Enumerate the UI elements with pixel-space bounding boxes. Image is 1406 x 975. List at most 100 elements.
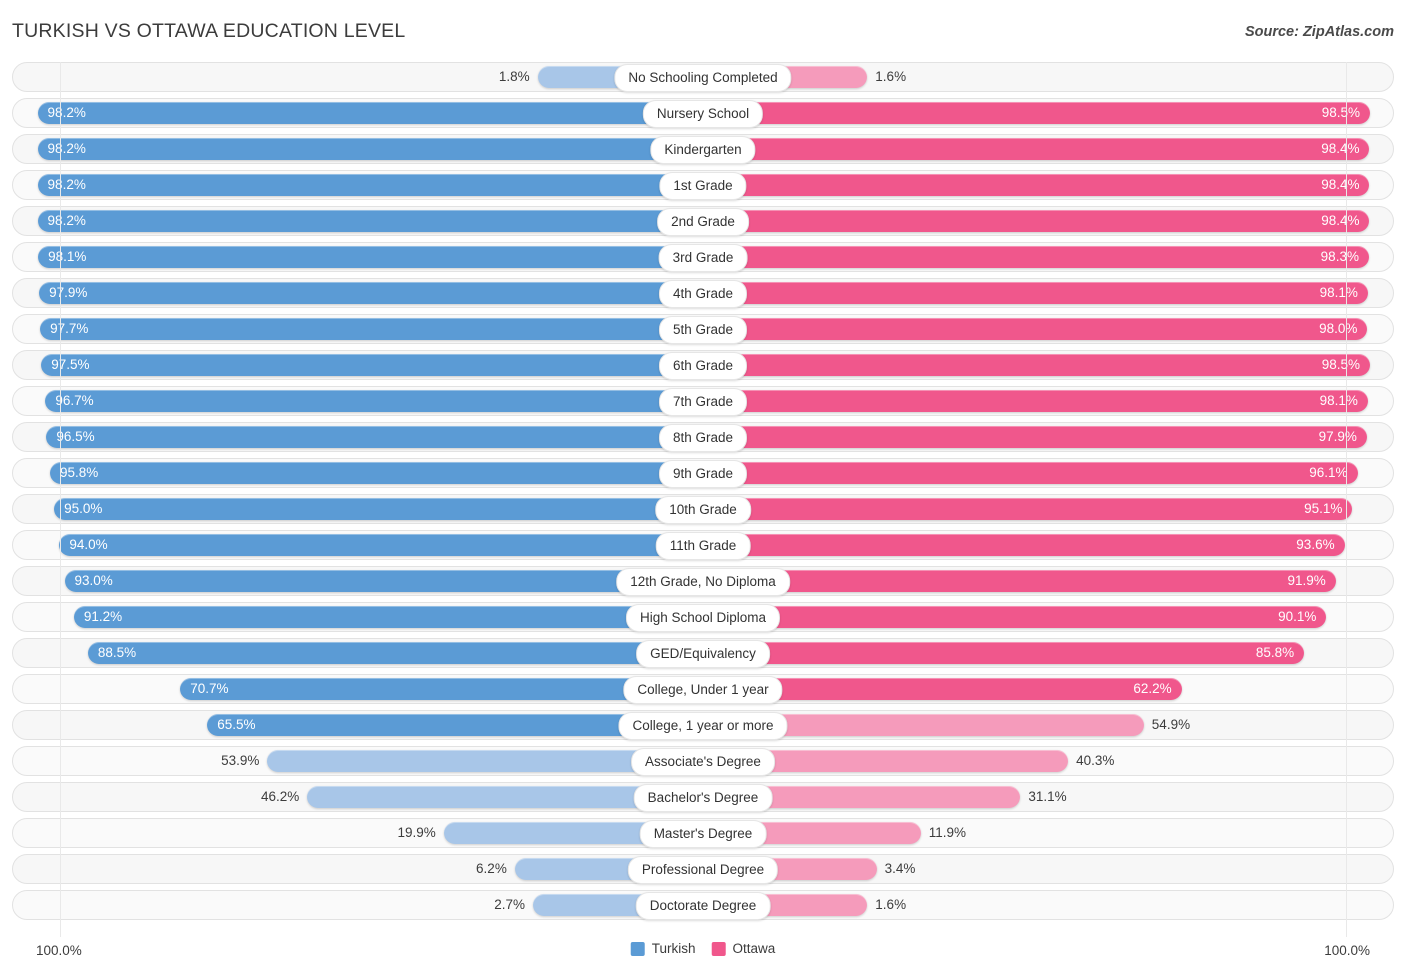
chart-row[interactable]: 98.2% 98.4% 1st Grade [12, 170, 1394, 200]
chart-footer: 100.0% 100.0% Turkish Ottawa [0, 937, 1406, 975]
bar-turkish[interactable] [37, 102, 711, 124]
chart-row[interactable]: 91.2% 90.1% High School Diploma [12, 602, 1394, 632]
category-label: 11th Grade [655, 532, 751, 560]
value-label-ottawa: 1.6% [875, 69, 907, 84]
bar-turkish[interactable] [37, 174, 711, 196]
value-label-ottawa: 95.1% [1304, 501, 1343, 516]
bar-ottawa-fill [695, 246, 1369, 268]
category-label: 1st Grade [659, 172, 747, 200]
bar-ottawa-fill [695, 282, 1368, 304]
chart-row[interactable]: 46.2% 31.1% Bachelor's Degree [12, 782, 1394, 812]
bar-ottawa[interactable] [695, 102, 1370, 124]
chart-row[interactable]: 98.2% 98.4% Kindergarten [12, 134, 1394, 164]
bar-turkish-fill [38, 210, 711, 232]
page-header: TURKISH VS OTTAWA EDUCATION LEVEL Source… [0, 0, 1406, 62]
bar-ottawa[interactable] [695, 138, 1370, 160]
chart-row[interactable]: 19.9% 11.9% Master's Degree [12, 818, 1394, 848]
value-label-turkish: 94.0% [69, 537, 108, 552]
bar-turkish[interactable] [54, 498, 711, 520]
bar-turkish-fill [39, 282, 711, 304]
bar-ottawa[interactable] [695, 210, 1370, 232]
bar-turkish-fill [38, 246, 711, 268]
bar-ottawa[interactable] [695, 606, 1327, 628]
bar-turkish[interactable] [50, 462, 711, 484]
chart-row[interactable]: 93.0% 91.9% 12th Grade, No Diploma [12, 566, 1394, 596]
chart-row[interactable]: 97.7% 98.0% 5th Grade [12, 314, 1394, 344]
chart-row[interactable]: 65.5% 54.9% College, 1 year or more [12, 710, 1394, 740]
chart-row[interactable]: 88.5% 85.8% GED/Equivalency [12, 638, 1394, 668]
value-label-ottawa: 93.6% [1296, 537, 1335, 552]
category-label: 4th Grade [658, 280, 748, 308]
value-label-turkish: 70.7% [190, 681, 229, 696]
legend-item-turkish[interactable]: Turkish [630, 941, 695, 956]
bar-ottawa[interactable] [695, 390, 1368, 412]
bar-ottawa-fill [695, 390, 1368, 412]
bar-ottawa[interactable] [695, 570, 1336, 592]
bar-turkish[interactable] [64, 570, 711, 592]
bar-turkish-fill [59, 534, 711, 556]
value-label-turkish: 97.9% [49, 285, 88, 300]
value-label-ottawa: 11.9% [928, 825, 967, 840]
value-label-turkish: 98.2% [47, 213, 86, 228]
category-label: College, Under 1 year [623, 676, 783, 704]
value-label-ottawa: 98.1% [1319, 393, 1358, 408]
chart-row[interactable]: 95.0% 95.1% 10th Grade [12, 494, 1394, 524]
bar-turkish[interactable] [87, 642, 711, 664]
bar-turkish[interactable] [37, 138, 711, 160]
legend-item-ottawa[interactable]: Ottawa [711, 941, 775, 956]
chart-row[interactable]: 70.7% 62.2% College, Under 1 year [12, 674, 1394, 704]
value-label-turkish: 96.7% [55, 393, 94, 408]
category-label: Doctorate Degree [635, 892, 771, 920]
chart-row[interactable]: 1.8% 1.6% No Schooling Completed [12, 62, 1394, 92]
chart-row[interactable]: 97.5% 98.5% 6th Grade [12, 350, 1394, 380]
bar-turkish[interactable] [59, 534, 711, 556]
bar-ottawa[interactable] [695, 426, 1367, 448]
bar-ottawa[interactable] [695, 354, 1370, 376]
bar-turkish[interactable] [46, 426, 711, 448]
value-label-ottawa: 40.3% [1076, 753, 1115, 768]
bar-ottawa[interactable] [695, 498, 1353, 520]
category-label: Bachelor's Degree [633, 784, 773, 812]
value-label-turkish: 53.9% [221, 753, 260, 768]
category-label: 3rd Grade [658, 244, 748, 272]
bar-turkish[interactable] [45, 390, 711, 412]
category-label: 8th Grade [658, 424, 748, 452]
bar-turkish[interactable] [38, 246, 711, 268]
chart-row[interactable]: 53.9% 40.3% Associate's Degree [12, 746, 1394, 776]
bar-ottawa[interactable] [695, 174, 1370, 196]
bar-turkish[interactable] [39, 282, 711, 304]
bar-turkish[interactable] [37, 210, 711, 232]
bar-turkish-fill [38, 102, 711, 124]
chart-row[interactable]: 98.2% 98.4% 2nd Grade [12, 206, 1394, 236]
chart-row[interactable]: 96.5% 97.9% 8th Grade [12, 422, 1394, 452]
value-label-ottawa: 98.4% [1321, 141, 1360, 156]
value-label-turkish: 97.7% [50, 321, 89, 336]
bar-turkish[interactable] [41, 354, 711, 376]
bar-ottawa[interactable] [695, 462, 1358, 484]
chart-row[interactable]: 98.1% 98.3% 3rd Grade [12, 242, 1394, 272]
bar-ottawa[interactable] [695, 246, 1369, 268]
bar-ottawa[interactable] [695, 534, 1345, 556]
bar-turkish[interactable] [73, 606, 711, 628]
bar-ottawa[interactable] [695, 282, 1368, 304]
legend-swatch-turkish [630, 941, 645, 956]
chart-page: TURKISH VS OTTAWA EDUCATION LEVEL Source… [0, 0, 1406, 975]
chart-row[interactable]: 6.2% 3.4% Professional Degree [12, 854, 1394, 884]
bar-ottawa-fill [695, 354, 1370, 376]
category-label: 6th Grade [658, 352, 748, 380]
value-label-turkish: 1.8% [498, 69, 530, 84]
value-label-turkish: 96.5% [56, 429, 95, 444]
chart-row[interactable]: 96.7% 98.1% 7th Grade [12, 386, 1394, 416]
bar-ottawa[interactable] [695, 642, 1305, 664]
category-label: Professional Degree [627, 856, 779, 884]
value-label-ottawa: 62.2% [1133, 681, 1172, 696]
chart-row[interactable]: 2.7% 1.6% Doctorate Degree [12, 890, 1394, 920]
bar-ottawa-fill [695, 606, 1326, 628]
bar-turkish[interactable] [40, 318, 711, 340]
bar-ottawa[interactable] [695, 318, 1368, 340]
chart-row[interactable]: 98.2% 98.5% Nursery School [12, 98, 1394, 128]
chart-row[interactable]: 95.8% 96.1% 9th Grade [12, 458, 1394, 488]
category-label: Associate's Degree [631, 748, 775, 776]
chart-row[interactable]: 97.9% 98.1% 4th Grade [12, 278, 1394, 308]
chart-row[interactable]: 94.0% 93.6% 11th Grade [12, 530, 1394, 560]
